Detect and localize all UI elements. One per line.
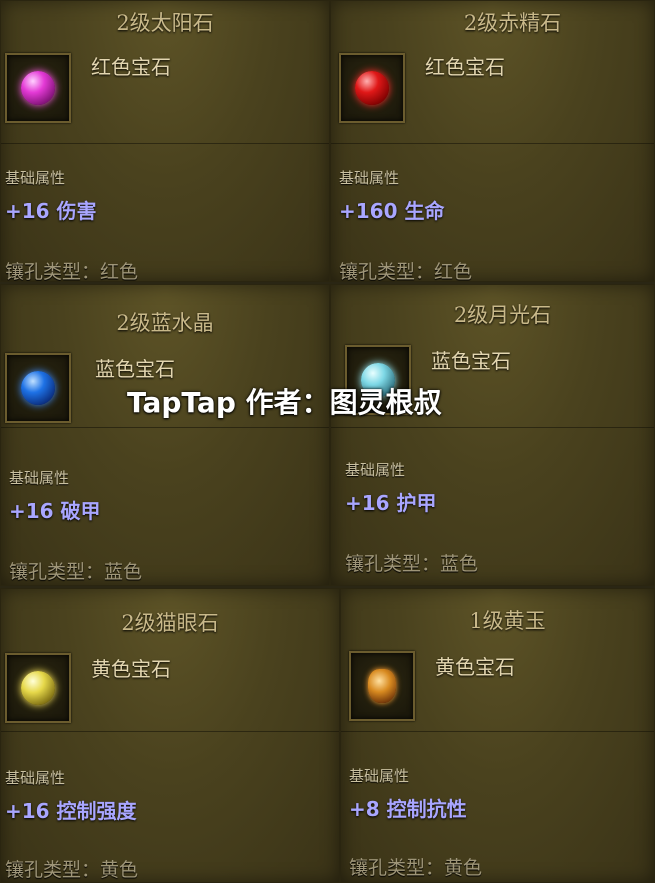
gem-card-red-essence-stone: 2级赤精石 红色宝石 基础属性 +160 生命 镶孔类型：红色 xyxy=(330,0,655,282)
gem-card-sun-stone: 2级太阳石 红色宝石 基础属性 +16 伤害 镶孔类型：红色 xyxy=(0,0,330,282)
red-gem-icon xyxy=(355,71,389,105)
gem-stat: +16 控制强度 xyxy=(5,799,137,823)
socket-type: 镶孔类型：红色 xyxy=(339,261,473,282)
gem-title: 2级蓝水晶 xyxy=(116,311,214,335)
gem-card-cats-eye: 2级猫眼石 黄色宝石 基础属性 +16 控制强度 镶孔类型：黄色 xyxy=(0,588,340,883)
gem-type: 红色宝石 xyxy=(425,55,505,79)
base-attribute-label: 基础属性 xyxy=(5,769,66,787)
base-attribute-label: 基础属性 xyxy=(345,461,406,479)
socket-type: 镶孔类型：蓝色 xyxy=(345,553,479,575)
base-attribute-label: 基础属性 xyxy=(349,767,410,785)
gem-stat: +160 生命 xyxy=(339,199,445,223)
gem-card-moonstone: 2级月光石 蓝色宝石 基础属性 +16 护甲 镶孔类型：蓝色 xyxy=(330,284,655,586)
gem-type: 蓝色宝石 xyxy=(431,349,511,373)
gem-stat: +8 控制抗性 xyxy=(349,797,467,821)
gem-title: 2级月光石 xyxy=(453,303,552,327)
blue-gem-icon xyxy=(21,371,55,405)
gem-stat: +16 伤害 xyxy=(5,199,97,223)
pink-gem-icon xyxy=(21,71,55,105)
gem-title: 2级赤精石 xyxy=(463,11,562,35)
gem-type: 黄色宝石 xyxy=(435,655,515,679)
socket-type: 镶孔类型：红色 xyxy=(5,261,139,282)
gem-slot[interactable] xyxy=(5,653,71,723)
gem-stat: +16 护甲 xyxy=(345,491,437,515)
topaz-gem-icon xyxy=(368,669,396,703)
socket-type: 镶孔类型：黄色 xyxy=(5,859,139,881)
gem-stat: +16 破甲 xyxy=(9,499,101,523)
socket-type: 镶孔类型：蓝色 xyxy=(9,561,143,583)
gem-title: 1级黄玉 xyxy=(469,609,546,633)
gem-slot[interactable] xyxy=(5,353,71,423)
base-attribute-label: 基础属性 xyxy=(5,169,66,187)
gem-type: 蓝色宝石 xyxy=(95,357,175,381)
gem-title: 2级猫眼石 xyxy=(121,611,219,635)
base-attribute-label: 基础属性 xyxy=(339,169,400,187)
socket-type: 镶孔类型：黄色 xyxy=(349,857,483,879)
gem-type: 黄色宝石 xyxy=(91,657,171,681)
watermark-text: TapTap 作者：图灵根叔 xyxy=(127,386,442,419)
gem-slot[interactable] xyxy=(339,53,405,123)
gem-title: 2级太阳石 xyxy=(116,11,214,35)
gem-type: 红色宝石 xyxy=(91,55,171,79)
gem-slot[interactable] xyxy=(5,53,71,123)
gem-tooltip-grid: 2级太阳石 红色宝石 基础属性 +16 伤害 镶孔类型：红色 2级赤精石 红色宝… xyxy=(0,0,655,883)
gem-card-blue-crystal: 2级蓝水晶 蓝色宝石 基础属性 +16 破甲 镶孔类型：蓝色 xyxy=(0,284,330,586)
base-attribute-label: 基础属性 xyxy=(9,469,70,487)
gem-card-topaz: 1级黄玉 黄色宝石 基础属性 +8 控制抗性 镶孔类型：黄色 xyxy=(340,588,655,883)
gem-slot[interactable] xyxy=(349,651,415,721)
yellow-gem-icon xyxy=(21,671,55,705)
